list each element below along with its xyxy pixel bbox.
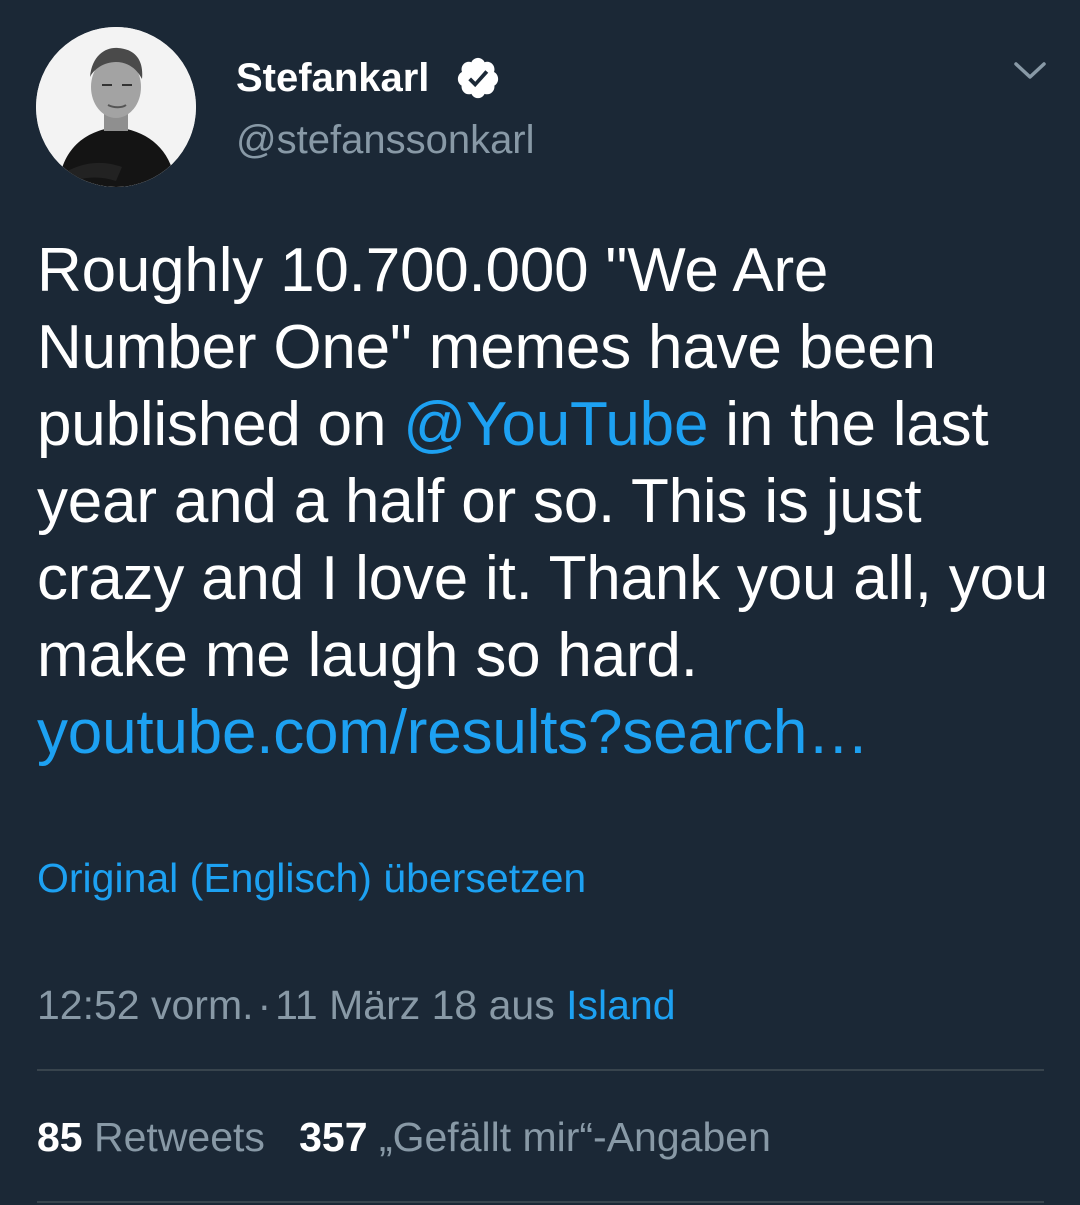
user-handle[interactable]: @stefanssonkarl [236, 116, 535, 164]
tweet-date: 11 März 18 [275, 982, 478, 1028]
tweet-time: 12:52 vorm. [37, 982, 254, 1028]
retweets-count: 85 [37, 1114, 83, 1160]
url-link[interactable]: youtube.com/results?search… [37, 698, 869, 767]
divider [37, 1201, 1044, 1203]
tweet-stats: 85 Retweets 357 „Gefällt mir“-Angaben [37, 1110, 771, 1164]
profile-photo-icon [36, 27, 196, 187]
likes-count: 357 [299, 1114, 368, 1160]
translate-link[interactable]: Original (Englisch) übersetzen [37, 852, 586, 904]
likes-label: „Gefällt mir“-Angaben [378, 1114, 771, 1160]
likes-stat[interactable]: 357 „Gefällt mir“-Angaben [299, 1114, 771, 1160]
location-link[interactable]: Island [566, 982, 675, 1028]
retweets-stat[interactable]: 85 Retweets [37, 1114, 265, 1160]
tweet-text: Roughly 10.700.000 "We Are Number One" m… [37, 232, 1057, 771]
display-name[interactable]: Stefankarl [236, 54, 429, 102]
divider [37, 1069, 1044, 1071]
tweet-meta: 12:52 vorm.·11 März 18 aus Island [37, 978, 676, 1032]
chevron-down-icon[interactable] [1008, 54, 1052, 88]
retweets-label: Retweets [94, 1114, 265, 1160]
mention-link[interactable]: @YouTube [403, 390, 708, 459]
from-label: aus [488, 982, 555, 1028]
verified-badge-icon [457, 57, 499, 99]
avatar[interactable] [36, 27, 196, 187]
meta-separator: · [257, 982, 272, 1028]
